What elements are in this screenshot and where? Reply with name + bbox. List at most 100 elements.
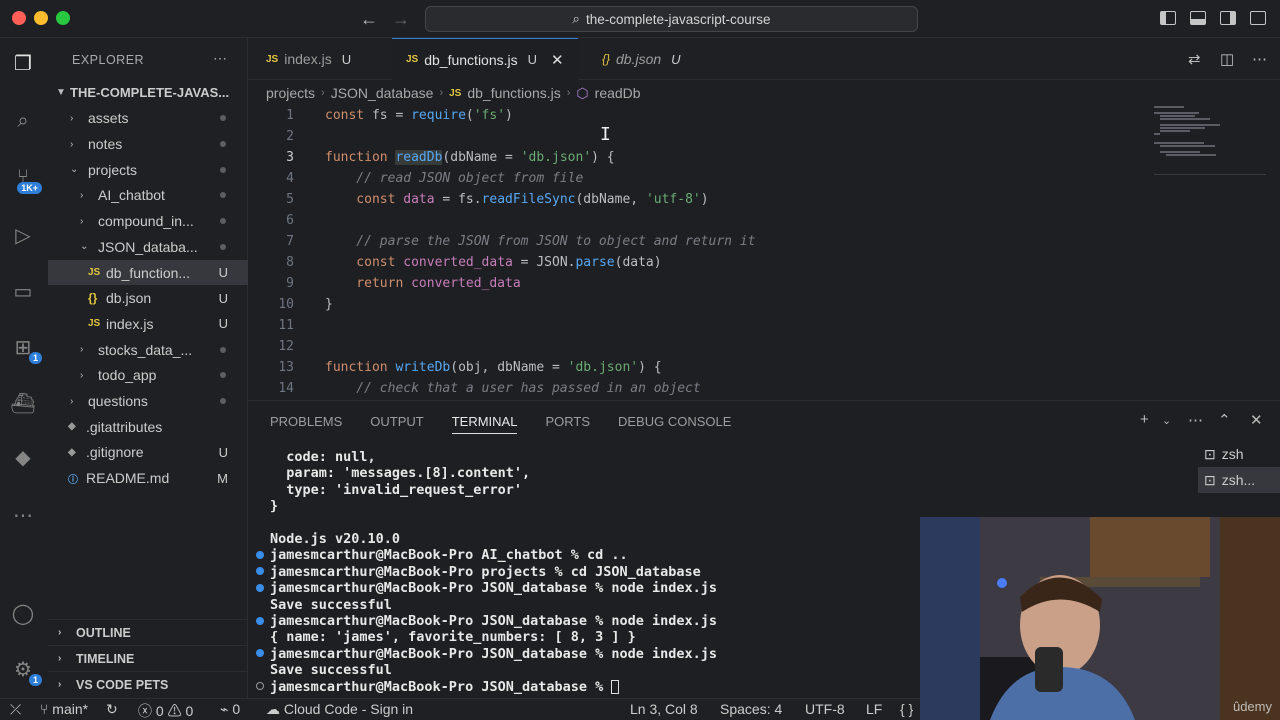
tree-item-stocks-data[interactable]: › stocks_data_... — [48, 337, 248, 363]
close-window-button[interactable] — [12, 11, 26, 25]
source-control-icon[interactable]: ⑂ 1K+ — [8, 162, 42, 194]
tab-debug-console[interactable]: DEBUG CONSOLE — [618, 414, 731, 429]
remote-indicator-icon[interactable]: ⤫ — [10, 701, 21, 718]
sync-icon[interactable]: ↻ — [106, 701, 118, 718]
tab-output[interactable]: OUTPUT — [370, 414, 423, 429]
more-actions-icon[interactable]: ⋯ — [1188, 411, 1203, 429]
tree-item-todo-app[interactable]: › todo_app — [48, 363, 248, 389]
end-of-line[interactable]: LF — [866, 701, 882, 717]
more-icon[interactable]: ⋯ — [8, 500, 38, 530]
toggle-secondary-sidebar-icon[interactable] — [1220, 11, 1236, 25]
git-file-icon: ◆ — [68, 421, 76, 433]
cloud-code-icon[interactable]: ◆ — [8, 442, 38, 472]
search-icon[interactable]: ⌕ — [8, 106, 38, 136]
close-panel-icon[interactable]: ✕ — [1250, 411, 1263, 429]
code-line: } — [325, 297, 333, 312]
tree-item-readme[interactable]: ⓘ README.md M — [48, 465, 248, 491]
line-number: 6 — [286, 213, 294, 228]
chevron-right-icon: › — [58, 653, 62, 664]
tree-item-compound[interactable]: › compound_in... — [48, 208, 248, 234]
tab-index-js[interactable]: JS index.js U — [252, 38, 365, 80]
tree-item-gitignore[interactable]: ◆ .gitignore U — [48, 440, 248, 466]
language-mode[interactable]: { } — [900, 701, 913, 717]
breadcrumb: projects › JSON_database › JS db_functio… — [266, 83, 641, 103]
tab-terminal[interactable]: TERMINAL — [451, 409, 518, 434]
tab-problems[interactable]: PROBLEMS — [270, 414, 342, 429]
cursor-position[interactable]: Ln 3, Col 8 — [630, 701, 698, 717]
minimize-window-button[interactable] — [34, 11, 48, 25]
more-actions-icon[interactable]: ⋯ — [213, 50, 227, 67]
split-editor-icon[interactable]: ◫ — [1220, 50, 1234, 68]
chevron-right-icon: › — [70, 395, 74, 407]
tree-item-projects[interactable]: ⌄ projects — [48, 157, 248, 183]
breadcrumb-item[interactable]: projects — [266, 85, 315, 101]
new-terminal-icon[interactable]: + — [1140, 411, 1149, 428]
command-center-search[interactable]: ⌕ the-complete-javascript-course — [425, 6, 918, 32]
command-status-dot[interactable] — [256, 567, 264, 575]
run-debug-icon[interactable]: ▷ — [8, 220, 38, 250]
minimap[interactable] — [1150, 104, 1270, 184]
repo-folder[interactable]: ▼ THE-COMPLETE-JAVAS... — [48, 80, 248, 106]
outline-section[interactable]: › OUTLINE — [48, 619, 248, 645]
cloud-code-item[interactable]: ☁ Cloud Code - Sign in — [266, 701, 413, 718]
breadcrumb-item[interactable]: readDb — [595, 85, 641, 101]
command-status-dot[interactable] — [256, 584, 264, 592]
more-actions-icon[interactable]: ⋯ — [1252, 50, 1267, 68]
source-control-badge: 1K+ — [17, 182, 42, 194]
tab-status: U — [671, 51, 681, 67]
line-number: 8 — [286, 255, 294, 270]
tree-item-notes[interactable]: › notes — [48, 131, 248, 157]
remote-explorer-icon[interactable]: ▭ — [8, 276, 38, 306]
indentation[interactable]: Spaces: 4 — [720, 701, 782, 717]
tree-item-gitattributes[interactable]: ◆ .gitattributes — [48, 414, 248, 440]
close-icon[interactable]: ✕ — [551, 51, 564, 69]
tab-db-functions[interactable]: JS db_functions.js U ✕ — [392, 38, 578, 80]
tree-item-questions[interactable]: › questions — [48, 388, 248, 414]
command-status-dot[interactable] — [256, 551, 264, 559]
problems-item[interactable]: ⓧ 0 ⚠ 0 — [138, 701, 193, 720]
accounts-icon[interactable]: ◯ — [8, 598, 38, 628]
tab-db-json[interactable]: {} db.json U — [588, 38, 695, 80]
back-arrow-icon[interactable]: ← — [360, 9, 378, 30]
pets-section[interactable]: › VS CODE PETS — [48, 671, 248, 697]
forward-arrow-icon[interactable]: → — [392, 9, 410, 30]
maximize-panel-icon[interactable]: ⌃ — [1218, 411, 1231, 429]
toggle-primary-sidebar-icon[interactable] — [1160, 11, 1176, 25]
command-status-dot[interactable] — [256, 682, 264, 690]
maximize-window-button[interactable] — [56, 11, 70, 25]
code-line: const fs = require('fs') — [325, 108, 513, 123]
command-status-dot[interactable] — [256, 617, 264, 625]
code-line: const data = fs.readFileSync(dbName, 'ut… — [325, 192, 709, 207]
tree-item-json-database[interactable]: ⌄ JSON_databa... — [48, 234, 248, 260]
terminal-item-zsh-2[interactable]: ⊡ zsh... — [1198, 467, 1280, 493]
explorer-icon[interactable]: ❐ — [8, 48, 38, 78]
branch-item[interactable]: ⑂ main* — [40, 701, 88, 717]
chevron-right-icon: › — [58, 627, 62, 638]
breadcrumb-item[interactable]: db_functions.js — [467, 85, 560, 101]
tree-item-assets[interactable]: › assets — [48, 106, 248, 132]
encoding[interactable]: UTF-8 — [805, 701, 845, 717]
timeline-section[interactable]: › TIMELINE — [48, 645, 248, 671]
docker-icon[interactable]: ⛴ — [8, 388, 38, 418]
section-label: VS CODE PETS — [76, 677, 169, 692]
toggle-panel-icon[interactable] — [1190, 11, 1206, 25]
tree-item-index-js[interactable]: JS index.js U — [48, 311, 248, 337]
chevron-down-icon[interactable]: ⌄ — [1162, 414, 1171, 427]
manage-gear-icon[interactable]: ⚙ 1 — [8, 654, 42, 686]
tree-item-db-functions[interactable]: JS db_function... U — [48, 259, 248, 286]
code-editor[interactable]: 1 const fs = require('fs') 2 3 function re… — [248, 104, 1148, 400]
tree-item-ai-chatbot[interactable]: › AI_chatbot — [48, 183, 248, 209]
open-changes-icon[interactable]: ⇄ — [1188, 50, 1201, 68]
terminal-item-zsh[interactable]: ⊡ zsh — [1198, 441, 1280, 467]
chevron-right-icon: › — [321, 87, 325, 99]
command-status-dot[interactable] — [256, 649, 264, 657]
customize-layout-icon[interactable] — [1250, 11, 1266, 25]
text-cursor-icon: I — [600, 124, 611, 145]
tree-item-db-json[interactable]: {} db.json U — [48, 285, 248, 311]
line-number: 9 — [286, 276, 294, 291]
breadcrumb-item[interactable]: JSON_database — [331, 85, 434, 101]
info-file-icon: ⓘ — [68, 474, 78, 486]
extensions-icon[interactable]: ⊞ 1 — [8, 332, 42, 364]
ports-item[interactable]: ⌁ 0 — [220, 701, 240, 718]
tab-ports[interactable]: PORTS — [545, 414, 590, 429]
